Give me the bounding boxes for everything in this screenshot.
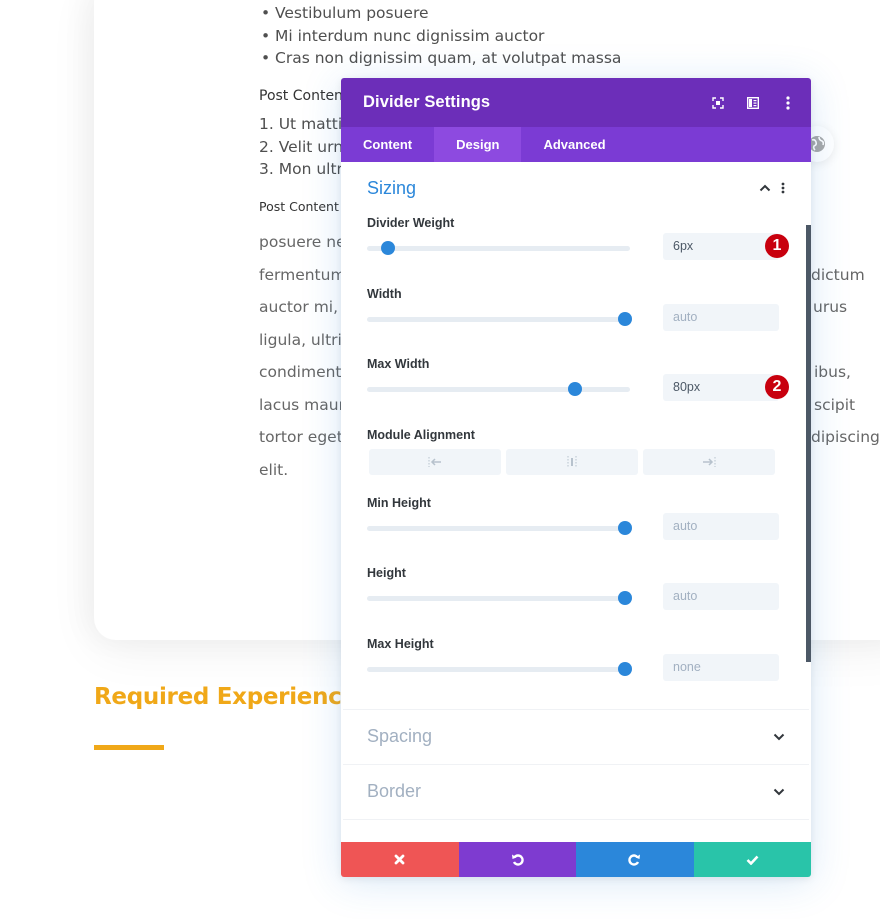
tab-advanced[interactable]: Advanced xyxy=(521,127,627,162)
align-left-button[interactable] xyxy=(369,448,501,475)
paragraph-text: lacus maur xyxy=(259,395,345,414)
paragraph-text: tortor eget xyxy=(259,428,343,446)
spacing-section-title: Spacing xyxy=(367,726,433,746)
width-field: Width auto xyxy=(341,285,811,356)
paragraph-text: ibus, xyxy=(814,363,851,381)
height-input[interactable]: auto xyxy=(663,583,779,610)
post-content-subheading: Post Content H xyxy=(259,199,353,214)
max-height-input[interactable]: none xyxy=(663,653,779,681)
divider-weight-field: Divider Weight 6px 1 xyxy=(341,214,811,285)
max-width-slider[interactable] xyxy=(367,382,630,396)
max-height-slider[interactable] xyxy=(367,661,632,676)
expand-icon xyxy=(711,96,724,109)
tab-bar: Content Design Advanced xyxy=(341,127,811,162)
ordered-item: 1. Ut mattis xyxy=(259,115,351,133)
slider-thumb[interactable] xyxy=(617,520,632,535)
align-right-icon xyxy=(703,456,716,467)
chevron-down-icon[interactable] xyxy=(773,788,785,796)
paragraph-text: condiment xyxy=(259,363,342,381)
height-slider[interactable] xyxy=(367,591,632,605)
slider-thumb[interactable] xyxy=(617,591,632,605)
annotation-badge: 2 xyxy=(765,375,789,399)
ordered-item: 2. Velit urna xyxy=(259,137,353,156)
slider-thumb[interactable] xyxy=(567,382,582,396)
undo-icon xyxy=(511,854,524,866)
max-width-input[interactable]: 80px xyxy=(663,374,779,401)
required-experience-heading: Required Experience xyxy=(94,684,357,710)
heading-divider xyxy=(94,745,164,750)
align-center-button[interactable] xyxy=(506,448,638,475)
annotation-badge: 1 xyxy=(765,234,789,258)
spacing-section-header[interactable]: Spacing xyxy=(341,710,811,764)
undo-button[interactable] xyxy=(458,842,576,877)
modal-header[interactable]: Divider Settings xyxy=(341,78,811,127)
bullet-item: Vestibulum posuere xyxy=(259,2,621,25)
divider-weight-slider[interactable] xyxy=(367,241,630,255)
align-right-button[interactable] xyxy=(643,448,775,475)
min-height-slider[interactable] xyxy=(367,520,632,535)
paragraph-text: urus xyxy=(813,298,848,316)
height-field: Height auto xyxy=(341,564,811,635)
divider-weight-input[interactable]: 6px xyxy=(663,233,779,260)
align-center-icon xyxy=(567,455,577,468)
width-input[interactable]: auto xyxy=(663,303,779,331)
tab-design[interactable]: Design xyxy=(434,127,522,162)
more-options-icon xyxy=(785,95,790,110)
border-section-header[interactable]: Border xyxy=(341,765,811,819)
max-height-field: Max Height none xyxy=(341,635,811,709)
max-width-field: Max Width 80px 2 xyxy=(341,355,811,426)
ordered-list: 1. Ut mattis 2. Velit urna 3. Mon ultri xyxy=(259,113,353,181)
min-height-input[interactable]: auto xyxy=(663,512,779,540)
min-height-field: Min Height auto xyxy=(341,494,811,565)
ordered-item: 3. Mon ultri xyxy=(259,160,348,178)
section-options-icon[interactable] xyxy=(781,182,785,194)
sizing-section-title: Sizing xyxy=(367,177,417,198)
module-alignment-field: Module Alignment xyxy=(341,426,811,494)
check-icon xyxy=(746,855,759,865)
save-button[interactable] xyxy=(693,842,811,877)
more-options-button[interactable] xyxy=(770,78,805,127)
sidebar-layout-button[interactable] xyxy=(735,78,770,127)
modal-body: Sizing Divider Weight 6px 1 Width auto M… xyxy=(341,162,811,842)
paragraph-text: ligula, ultric xyxy=(259,330,351,349)
bullet-item: Cras non dignissim quam, at volutpat mas… xyxy=(259,47,621,70)
border-section-title: Border xyxy=(367,781,422,801)
paragraph-text: fermentum xyxy=(259,265,346,284)
post-content-heading: Post Content xyxy=(259,88,349,104)
divider-settings-modal: Divider Settings Content Design Advanced… xyxy=(341,78,811,877)
paragraph-text: elit. xyxy=(259,460,289,479)
paragraph-text: auctor mi, e xyxy=(259,298,353,316)
sizing-section-header[interactable]: Sizing xyxy=(341,162,811,214)
chevron-down-icon[interactable] xyxy=(773,733,785,741)
bullet-item: Mi interdum nunc dignissim auctor xyxy=(259,25,621,48)
sidebar-layout-icon xyxy=(746,96,759,109)
expand-button[interactable] xyxy=(700,78,735,127)
cancel-button[interactable] xyxy=(341,842,459,877)
slider-thumb[interactable] xyxy=(617,311,632,326)
redo-button[interactable] xyxy=(576,842,694,877)
slider-thumb[interactable] xyxy=(381,241,396,255)
paragraph-text: scipit xyxy=(814,395,856,414)
bullet-list: Vestibulum posuere Mi interdum nunc dign… xyxy=(259,2,621,70)
modal-title: Divider Settings xyxy=(363,93,491,111)
width-slider[interactable] xyxy=(367,311,632,326)
paragraph-text: dipiscing xyxy=(811,428,880,446)
paragraph-text: posuere ne xyxy=(259,233,346,251)
section-divider xyxy=(343,818,809,820)
paragraph-text: dictum xyxy=(811,265,865,284)
chevron-up-icon[interactable] xyxy=(759,184,771,192)
modal-footer xyxy=(341,842,811,877)
redo-icon xyxy=(628,854,641,866)
scrollbar[interactable] xyxy=(806,225,811,662)
module-alignment-label: Module Alignment xyxy=(367,427,475,442)
close-icon xyxy=(394,854,405,865)
align-left-icon xyxy=(428,456,441,467)
tab-content[interactable]: Content xyxy=(341,127,434,162)
slider-thumb[interactable] xyxy=(617,661,632,676)
